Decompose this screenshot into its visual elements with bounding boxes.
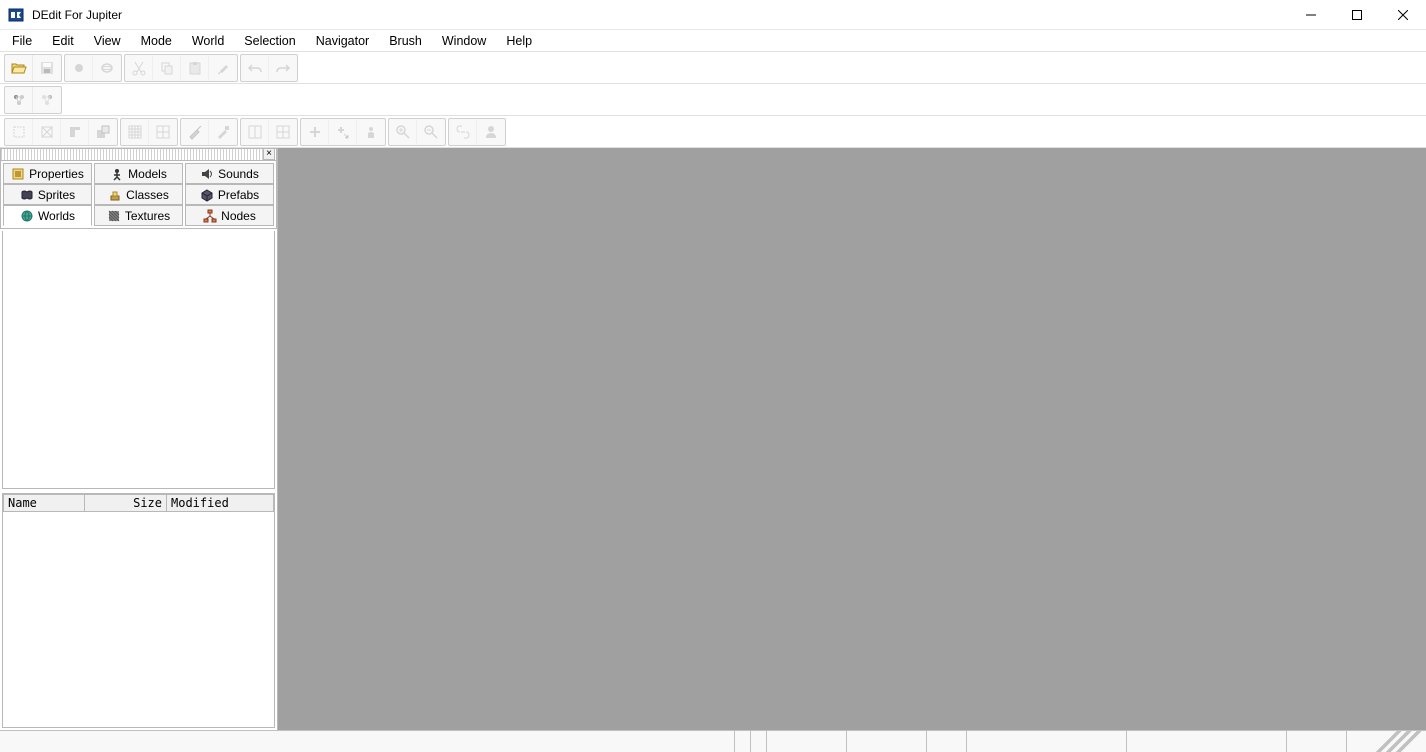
sidebar: × Properties Models Sounds bbox=[0, 148, 278, 730]
grid-large-button[interactable] bbox=[149, 119, 177, 145]
select-cross-button[interactable] bbox=[33, 119, 61, 145]
menu-view[interactable]: View bbox=[84, 32, 131, 50]
app-icon bbox=[8, 7, 24, 23]
tab-textures[interactable]: Textures bbox=[94, 205, 183, 226]
panel-drag-handle[interactable]: × bbox=[0, 148, 277, 160]
paint-button[interactable] bbox=[209, 55, 237, 81]
brush-sphere-button[interactable] bbox=[93, 55, 121, 81]
tab-classes[interactable]: Classes bbox=[94, 184, 183, 205]
status-cell-3 bbox=[766, 731, 846, 752]
select-rect-button[interactable] bbox=[5, 119, 33, 145]
status-cell-2 bbox=[750, 731, 766, 752]
copy-button[interactable] bbox=[153, 55, 181, 81]
split-2-button[interactable] bbox=[241, 119, 269, 145]
tab-label: Models bbox=[128, 167, 167, 181]
tab-label: Prefabs bbox=[218, 188, 259, 202]
tool-a-button[interactable] bbox=[181, 119, 209, 145]
tab-label: Nodes bbox=[221, 209, 256, 223]
status-cell-7 bbox=[1126, 731, 1286, 752]
list-body[interactable] bbox=[3, 512, 274, 727]
tab-properties[interactable]: Properties bbox=[3, 163, 92, 184]
paste-button[interactable] bbox=[181, 55, 209, 81]
panel-close-button[interactable]: × bbox=[263, 148, 275, 160]
cut-button[interactable] bbox=[125, 55, 153, 81]
list-header: Name Size Modified bbox=[3, 494, 274, 512]
menu-navigator[interactable]: Navigator bbox=[306, 32, 380, 50]
resize-grip[interactable] bbox=[1346, 731, 1426, 752]
minimize-button[interactable] bbox=[1288, 0, 1334, 30]
mode-a-button[interactable] bbox=[5, 87, 33, 113]
col-name[interactable]: Name bbox=[3, 494, 85, 512]
properties-icon bbox=[11, 167, 25, 181]
sprites-icon bbox=[20, 188, 34, 202]
status-cell-8 bbox=[1286, 731, 1346, 752]
mode-b-button[interactable] bbox=[33, 87, 61, 113]
grid-small-button[interactable] bbox=[121, 119, 149, 145]
file-list-panel: Name Size Modified bbox=[2, 493, 275, 728]
extrude-button[interactable] bbox=[61, 119, 89, 145]
tab-nodes[interactable]: Nodes bbox=[185, 205, 274, 226]
save-button[interactable] bbox=[33, 55, 61, 81]
zoom-in-button[interactable] bbox=[389, 119, 417, 145]
titlebar: DEdit For Jupiter bbox=[0, 0, 1426, 30]
status-cell-5 bbox=[926, 731, 966, 752]
toolbar-edit bbox=[0, 116, 1426, 148]
tab-label: Sprites bbox=[38, 188, 75, 202]
tab-label: Sounds bbox=[218, 167, 259, 181]
add-button[interactable] bbox=[301, 119, 329, 145]
prefabs-icon bbox=[200, 188, 214, 202]
split-4-button[interactable] bbox=[269, 119, 297, 145]
tab-prefabs[interactable]: Prefabs bbox=[185, 184, 274, 205]
status-cell-6 bbox=[966, 731, 1126, 752]
menu-file[interactable]: File bbox=[2, 32, 42, 50]
tab-label: Properties bbox=[29, 167, 84, 181]
tab-label: Textures bbox=[125, 209, 170, 223]
status-cell-1 bbox=[734, 731, 750, 752]
brush-cube-button[interactable] bbox=[65, 55, 93, 81]
redo-button[interactable] bbox=[269, 55, 297, 81]
toolbar-main bbox=[0, 52, 1426, 84]
user-button[interactable] bbox=[477, 119, 505, 145]
close-button[interactable] bbox=[1380, 0, 1426, 30]
textures-icon bbox=[107, 209, 121, 223]
menu-mode[interactable]: Mode bbox=[131, 32, 182, 50]
col-size[interactable]: Size bbox=[85, 494, 167, 512]
menubar: File Edit View Mode World Selection Navi… bbox=[0, 30, 1426, 52]
menu-edit[interactable]: Edit bbox=[42, 32, 84, 50]
menu-selection[interactable]: Selection bbox=[234, 32, 305, 50]
menu-brush[interactable]: Brush bbox=[379, 32, 432, 50]
window-title: DEdit For Jupiter bbox=[32, 8, 1288, 22]
menu-window[interactable]: Window bbox=[432, 32, 496, 50]
col-modified[interactable]: Modified bbox=[167, 494, 274, 512]
undo-button[interactable] bbox=[241, 55, 269, 81]
tab-worlds[interactable]: Worlds bbox=[3, 205, 92, 226]
tab-label: Worlds bbox=[38, 209, 75, 223]
menu-world[interactable]: World bbox=[182, 32, 234, 50]
statusbar bbox=[0, 730, 1426, 752]
zoom-out-button[interactable] bbox=[417, 119, 445, 145]
open-button[interactable] bbox=[5, 55, 33, 81]
entity-button[interactable] bbox=[357, 119, 385, 145]
carve-button[interactable] bbox=[89, 119, 117, 145]
sounds-icon bbox=[200, 167, 214, 181]
link-button[interactable] bbox=[449, 119, 477, 145]
tab-sounds[interactable]: Sounds bbox=[185, 163, 274, 184]
add-arrow-button[interactable] bbox=[329, 119, 357, 145]
tree-panel[interactable] bbox=[2, 231, 275, 489]
nodes-icon bbox=[203, 209, 217, 223]
worlds-icon bbox=[20, 209, 34, 223]
main-area: × Properties Models Sounds bbox=[0, 148, 1426, 730]
tab-label: Classes bbox=[126, 188, 169, 202]
menu-help[interactable]: Help bbox=[496, 32, 542, 50]
tool-b-button[interactable] bbox=[209, 119, 237, 145]
tab-models[interactable]: Models bbox=[94, 163, 183, 184]
toolbar-mode bbox=[0, 84, 1426, 116]
classes-icon bbox=[108, 188, 122, 202]
maximize-button[interactable] bbox=[1334, 0, 1380, 30]
tab-sprites[interactable]: Sprites bbox=[3, 184, 92, 205]
sidebar-tabset: Properties Models Sounds Sprites bbox=[0, 160, 277, 229]
status-cell-4 bbox=[846, 731, 926, 752]
viewport-canvas[interactable] bbox=[278, 148, 1426, 730]
models-icon bbox=[110, 167, 124, 181]
